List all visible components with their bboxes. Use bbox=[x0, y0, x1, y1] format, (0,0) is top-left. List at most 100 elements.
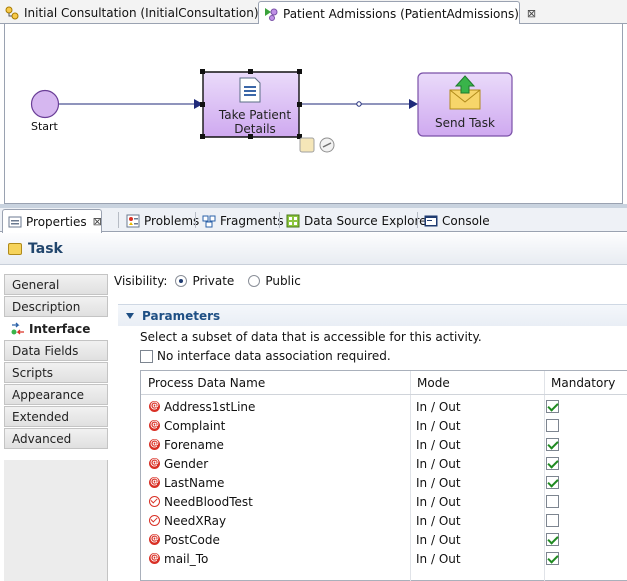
cell-mode[interactable]: In / Out bbox=[416, 492, 541, 511]
nav-item-appearance[interactable]: Appearance bbox=[4, 384, 108, 405]
cell-process-data-name: NeedBloodTest bbox=[149, 492, 409, 511]
table-row[interactable]: @ Complaint In / Out bbox=[141, 416, 627, 435]
view-tab-bar: Properties ⊠ Problems Fragments Data Sou… bbox=[0, 208, 627, 233]
editor-tab-label: Initial Consultation (InitialConsultatio… bbox=[24, 5, 259, 20]
nav-item-general[interactable]: General bbox=[4, 274, 108, 295]
nav-item-scripts[interactable]: Scripts bbox=[4, 362, 108, 383]
close-icon[interactable]: ⊠ bbox=[93, 215, 102, 228]
tab-label: Problems bbox=[144, 213, 200, 228]
cell-mode[interactable]: In / Out bbox=[416, 549, 541, 568]
parameters-title: Parameters bbox=[142, 308, 221, 323]
no-assoc-checkbox[interactable] bbox=[140, 349, 153, 363]
text-field-icon: @ bbox=[149, 458, 160, 469]
tab-problems[interactable]: Problems bbox=[121, 209, 199, 232]
datasource-icon bbox=[286, 214, 300, 228]
editor-tab-patient-admissions[interactable]: Patient Admissions (PatientAdmissions) ⊠ bbox=[258, 1, 536, 25]
column-header-mode[interactable]: Mode bbox=[410, 371, 544, 395]
nav-item-extended[interactable]: Extended bbox=[4, 406, 108, 427]
mandatory-checkbox[interactable] bbox=[546, 457, 559, 470]
mandatory-checkbox[interactable] bbox=[546, 400, 559, 413]
task-send-task-label[interactable]: Send Task bbox=[418, 116, 512, 130]
task-take-patient-details-label[interactable]: Take Patient Details bbox=[210, 108, 300, 136]
tab-console[interactable]: Console bbox=[419, 209, 490, 232]
visibility-group: Visibility: Private Public bbox=[114, 274, 301, 288]
cell-mode[interactable]: In / Out bbox=[416, 511, 541, 530]
table-row[interactable]: @ Address1stLine In / Out bbox=[141, 397, 627, 416]
table-row[interactable]: @ Gender In / Out bbox=[141, 454, 627, 473]
visibility-public-label[interactable]: Public bbox=[265, 274, 301, 288]
cell-mandatory bbox=[546, 435, 586, 454]
table-row[interactable]: @ mail_To In / Out bbox=[141, 549, 627, 568]
cell-mandatory bbox=[546, 416, 586, 435]
cell-mandatory bbox=[546, 397, 586, 416]
mandatory-checkbox[interactable] bbox=[546, 514, 559, 527]
panel-title: Task bbox=[28, 240, 63, 257]
visibility-private-label[interactable]: Private bbox=[192, 274, 234, 288]
nav-item-label: Appearance bbox=[12, 387, 85, 402]
cell-mode[interactable]: In / Out bbox=[416, 397, 541, 416]
tab-separator bbox=[417, 212, 418, 228]
text-field-icon: @ bbox=[149, 420, 160, 431]
mandatory-checkbox[interactable] bbox=[546, 419, 559, 432]
table-row[interactable]: @ LastName In / Out bbox=[141, 473, 627, 492]
text-field-icon: @ bbox=[149, 534, 160, 545]
process-icon bbox=[264, 7, 278, 21]
collapse-triangle-icon[interactable] bbox=[126, 312, 134, 319]
nav-item-advanced[interactable]: Advanced bbox=[4, 428, 108, 449]
cell-process-data-name: @ Complaint bbox=[149, 416, 409, 435]
nav-item-label: Scripts bbox=[12, 365, 54, 380]
properties-icon bbox=[8, 215, 22, 229]
parameters-table: Process Data Name Mode Mandatory @ Addres… bbox=[140, 370, 627, 581]
nav-item-label: General bbox=[12, 277, 60, 292]
mandatory-checkbox[interactable] bbox=[546, 495, 559, 508]
cell-mandatory bbox=[546, 549, 586, 568]
table-row[interactable]: NeedBloodTest In / Out bbox=[141, 492, 627, 511]
table-row[interactable]: @ Forename In / Out bbox=[141, 435, 627, 454]
field-name: Gender bbox=[164, 456, 209, 471]
field-name: PostCode bbox=[164, 532, 220, 547]
table-row[interactable]: @ PostCode In / Out bbox=[141, 530, 627, 549]
nav-item-data-fields[interactable]: Data Fields bbox=[4, 340, 108, 361]
no-assoc-option: No interface data association required. bbox=[140, 349, 391, 363]
interface-icon bbox=[10, 322, 26, 336]
cell-mode[interactable]: In / Out bbox=[416, 435, 541, 454]
tab-separator bbox=[118, 212, 119, 228]
visibility-private-radio[interactable] bbox=[175, 275, 188, 287]
mandatory-checkbox[interactable] bbox=[546, 438, 559, 451]
mandatory-checkbox[interactable] bbox=[546, 552, 559, 565]
tab-data-source-explorer[interactable]: Data Source Explorer bbox=[281, 209, 431, 232]
parameters-section-header[interactable]: Parameters bbox=[118, 304, 627, 326]
nav-item-description[interactable]: Description bbox=[4, 296, 108, 317]
mandatory-checkbox[interactable] bbox=[546, 476, 559, 489]
tab-label: Data Source Explorer bbox=[304, 213, 432, 228]
tab-separator bbox=[279, 212, 280, 228]
task-icon bbox=[8, 242, 22, 255]
cell-process-data-name: @ Gender bbox=[149, 454, 409, 473]
cell-mode[interactable]: In / Out bbox=[416, 530, 541, 549]
column-header-name[interactable]: Process Data Name bbox=[141, 371, 410, 395]
text-field-icon: @ bbox=[149, 439, 160, 450]
process-diagram-canvas[interactable]: Start Take Patient Details Send Task bbox=[4, 24, 623, 204]
table-row[interactable]: NeedXRay In / Out bbox=[141, 511, 627, 530]
tab-properties[interactable]: Properties ⊠ bbox=[2, 209, 102, 233]
nav-item-label: Data Fields bbox=[12, 343, 79, 358]
cell-mandatory bbox=[546, 530, 586, 549]
cell-mode[interactable]: In / Out bbox=[416, 454, 541, 473]
editor-tab-initial-consultation[interactable]: Initial Consultation (InitialConsultatio… bbox=[0, 1, 259, 24]
nav-item-interface[interactable]: Interface bbox=[4, 318, 108, 339]
no-assoc-label[interactable]: No interface data association required. bbox=[157, 349, 391, 363]
visibility-public-radio[interactable] bbox=[248, 275, 261, 287]
fragments-icon bbox=[202, 214, 216, 228]
table-header: Process Data Name Mode Mandatory bbox=[141, 371, 627, 395]
cell-mode[interactable]: In / Out bbox=[416, 416, 541, 435]
cell-process-data-name: @ Address1stLine bbox=[149, 397, 409, 416]
close-icon[interactable]: ⊠ bbox=[527, 7, 536, 20]
field-name: LastName bbox=[164, 475, 225, 490]
nav-item-label: Description bbox=[12, 299, 81, 314]
tab-fragments[interactable]: Fragments bbox=[197, 209, 284, 232]
form-icon bbox=[239, 77, 261, 103]
cell-mode[interactable]: In / Out bbox=[416, 473, 541, 492]
mandatory-checkbox[interactable] bbox=[546, 533, 559, 546]
column-header-mandatory[interactable]: Mandatory bbox=[544, 371, 627, 395]
console-icon bbox=[424, 214, 438, 228]
